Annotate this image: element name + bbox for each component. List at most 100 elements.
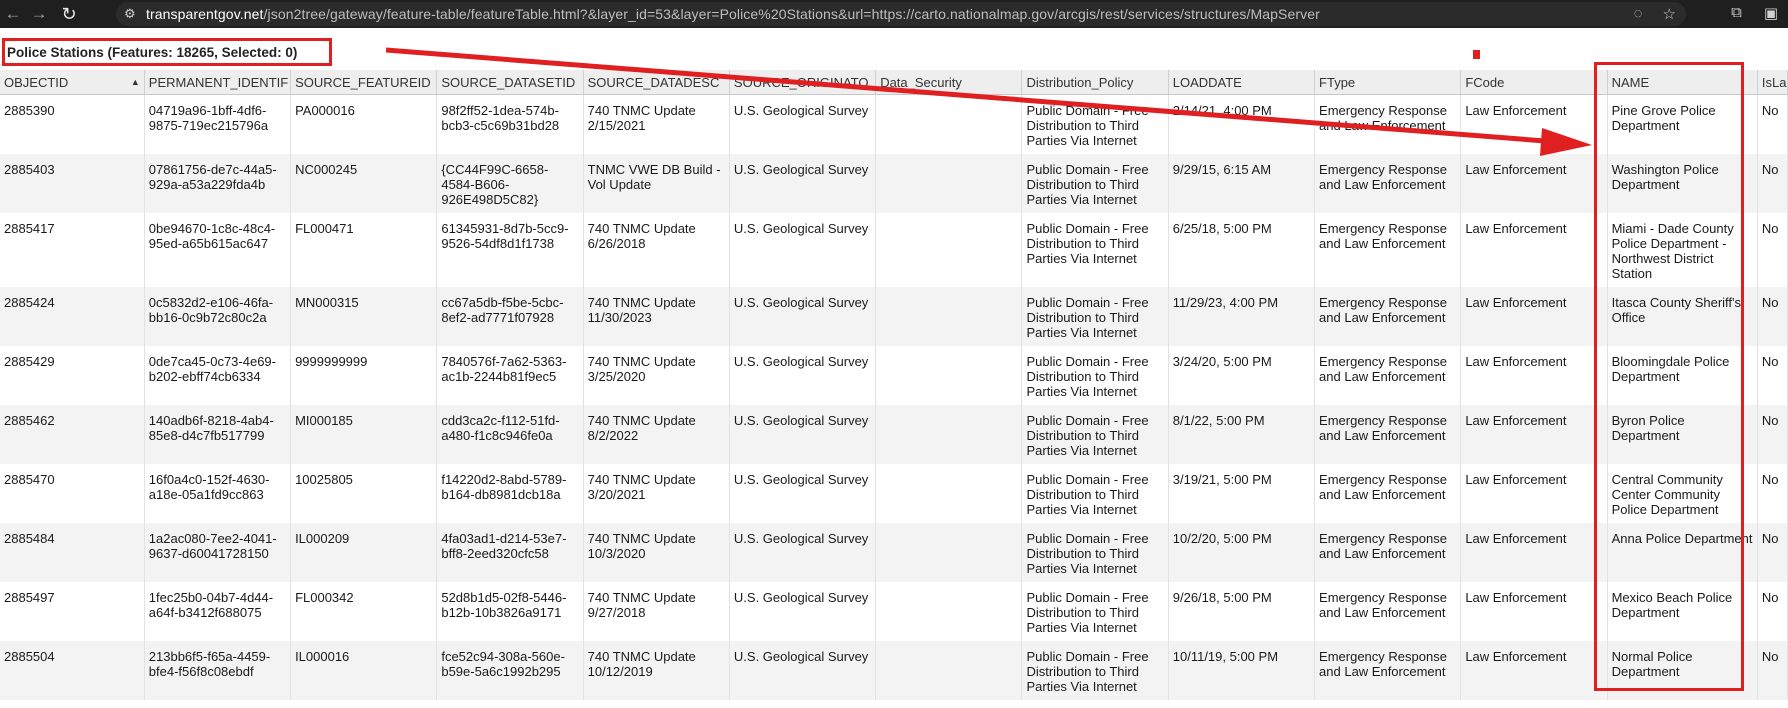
site-info-icon[interactable]: ⚙ <box>124 6 146 22</box>
cell-objectid: 2885424 <box>0 286 145 346</box>
cell-source-datasetid: cc67a5db-f5be-5cbc-8ef2-ad7771f07928 <box>436 286 584 346</box>
cell-source-datasetid: cdd3ca2c-f112-51fd-a480-f1c8c946fe0a <box>436 404 584 464</box>
address-bar[interactable]: ⚙ transparentgov.net/json2tree/gateway/f… <box>116 2 1686 26</box>
cell-distribution-policy: Public Domain - Free Distribution to Thi… <box>1021 153 1169 213</box>
table-row[interactable]: 2885470 16f0a4c0-152f-4630-a18e-05a1fd9cc… <box>0 463 1788 523</box>
cell-ftype: Emergency Response and Law Enforcement <box>1314 345 1462 405</box>
cell-objectid: 2885417 <box>0 212 145 287</box>
cell-source-featureid: MI000185 <box>290 404 438 464</box>
cell-fcode: Law Enforcement <box>1460 581 1608 641</box>
cell-source-datasetid: 98f2ff52-1dea-574b-bcb3-c5c69b31bd28 <box>436 94 584 154</box>
cell-name: Mexico Beach Police Department <box>1607 581 1758 641</box>
column-header-islarge[interactable]: IsLar <box>1757 70 1788 95</box>
table-row[interactable]: 2885462 140adb6f-8218-4ab4-85e8-d4c7fb517… <box>0 404 1788 464</box>
eye-off-icon[interactable]: ◌ <box>1634 5 1643 23</box>
cell-distribution-policy: Public Domain - Free Distribution to Thi… <box>1021 94 1169 154</box>
table-row[interactable]: 2885429 0de7ca45-0c73-4e69-b202-ebff74cb6… <box>0 345 1788 405</box>
cell-fcode: Law Enforcement <box>1460 94 1608 154</box>
extensions-icon[interactable]: ⧉ <box>1731 4 1742 22</box>
column-header-fcode[interactable]: FCode <box>1460 70 1608 95</box>
column-header-objectid[interactable]: OBJECTID ▲ <box>0 70 145 95</box>
cell-ftype: Emergency Response and Law Enforcement <box>1314 212 1462 287</box>
cell-permanent-identifier: 0be94670-1c8c-48c4-95ed-a65b615ac647 <box>144 212 292 287</box>
cell-islarge: No <box>1757 463 1788 523</box>
cell-loaddate: 2/14/21, 4:00 PM <box>1168 94 1316 154</box>
cell-source-datadesc: 740 TNMC Update 3/20/2021 <box>583 463 730 523</box>
sort-ascending-icon[interactable]: ▲ <box>131 77 140 87</box>
table-row[interactable]: 2885390 04719a96-1bff-4df6-9875-719ec2157… <box>0 94 1788 154</box>
table-row[interactable]: 2885504 213bb6f5-f65a-4459-bfe4-f56f8c08e… <box>0 640 1788 700</box>
column-header-data-security[interactable]: Data_Security <box>875 70 1023 95</box>
cell-source-originator: U.S. Geological Survey <box>729 581 877 641</box>
cell-fcode: Law Enforcement <box>1460 153 1608 213</box>
table-row[interactable]: 2885497 1fec25b0-04b7-4d44-a64f-b3412f688… <box>0 581 1788 641</box>
browser-toolbar: ← → ↻ ⚙ transparentgov.net/json2tree/gat… <box>0 0 1788 28</box>
table-row[interactable]: 2885484 1a2ac080-7ee2-4041-9637-d60041728… <box>0 522 1788 582</box>
cell-source-datadesc: TNMC VWE DB Build - Vol Update <box>583 153 730 213</box>
cell-permanent-identifier: 1a2ac080-7ee2-4041-9637-d60041728150 <box>144 522 292 582</box>
cell-fcode: Law Enforcement <box>1460 463 1608 523</box>
cell-objectid: 2885504 <box>0 640 145 700</box>
cell-objectid: 2885462 <box>0 404 145 464</box>
cell-loaddate: 9/29/15, 6:15 AM <box>1168 153 1316 213</box>
column-header-permanent-identifier[interactable]: PERMANENT_IDENTIF <box>144 70 292 95</box>
cell-source-originator: U.S. Geological Survey <box>729 404 877 464</box>
url-text[interactable]: transparentgov.net/json2tree/gateway/fea… <box>146 6 1320 22</box>
cell-objectid: 2885497 <box>0 581 145 641</box>
cell-source-originator: U.S. Geological Survey <box>729 286 877 346</box>
cell-ftype: Emergency Response and Law Enforcement <box>1314 286 1462 346</box>
cell-data-security <box>875 94 1023 154</box>
column-header-distribution-policy[interactable]: Distribution_Policy <box>1021 70 1169 95</box>
table-row[interactable]: 2885424 0c5832d2-e106-46fa-bb16-0c9b72c80… <box>0 286 1788 346</box>
table-row[interactable]: 2885403 07861756-de7c-44a5-929a-a53a229fd… <box>0 153 1788 213</box>
cell-loaddate: 10/11/19, 5:00 PM <box>1168 640 1316 700</box>
cell-source-originator: U.S. Geological Survey <box>729 153 877 213</box>
column-header-source-originator[interactable]: SOURCE_ORIGINATO <box>729 70 877 95</box>
url-path: /json2tree/gateway/feature-table/feature… <box>263 6 1320 22</box>
cell-ftype: Emergency Response and Law Enforcement <box>1314 463 1462 523</box>
cell-source-datasetid: 52d8b1d5-02f8-5446-b12b-10b3826a9171 <box>436 581 584 641</box>
forward-arrow-icon[interactable]: → <box>26 1 52 27</box>
column-header-loaddate[interactable]: LOADDATE <box>1168 70 1316 95</box>
cell-name: Anna Police Department <box>1607 522 1758 582</box>
cell-source-datadesc: 740 TNMC Update 2/15/2021 <box>583 94 730 154</box>
cell-loaddate: 3/24/20, 5:00 PM <box>1168 345 1316 405</box>
cell-source-datasetid: {CC44F99C-6658-4584-B606-926E498D5C82} <box>436 153 584 213</box>
cell-objectid: 2885390 <box>0 94 145 154</box>
cell-source-originator: U.S. Geological Survey <box>729 640 877 700</box>
cell-data-security <box>875 345 1023 405</box>
cell-source-featureid: IL000209 <box>290 522 438 582</box>
cell-permanent-identifier: 16f0a4c0-152f-4630-a18e-05a1fd9cc863 <box>144 463 292 523</box>
column-header-name[interactable]: NAME <box>1607 70 1758 95</box>
reload-icon[interactable]: ↻ <box>56 1 82 27</box>
cell-name: Normal Police Department <box>1607 640 1758 700</box>
column-header-source-featureid[interactable]: SOURCE_FEATUREID <box>290 70 438 95</box>
column-header-source-datasetid[interactable]: SOURCE_DATASETID <box>436 70 584 95</box>
cell-source-datadesc: 740 TNMC Update 6/26/2018 <box>583 212 730 287</box>
cell-name: Washington Police Department <box>1607 153 1758 213</box>
cell-source-originator: U.S. Geological Survey <box>729 345 877 405</box>
cell-permanent-identifier: 04719a96-1bff-4df6-9875-719ec215796a <box>144 94 292 154</box>
cell-distribution-policy: Public Domain - Free Distribution to Thi… <box>1021 581 1169 641</box>
column-header-source-datadesc[interactable]: SOURCE_DATADESC <box>583 70 730 95</box>
url-host: transparentgov.net <box>146 6 264 22</box>
table-row[interactable]: 2885417 0be94670-1c8c-48c4-95ed-a65b615ac… <box>0 212 1788 287</box>
cell-name: Bloomingdale Police Department <box>1607 345 1758 405</box>
star-icon[interactable]: ☆ <box>1663 5 1676 23</box>
cell-source-originator: U.S. Geological Survey <box>729 522 877 582</box>
cell-objectid: 2885484 <box>0 522 145 582</box>
cell-data-security <box>875 640 1023 700</box>
cell-source-featureid: FL000471 <box>290 212 438 287</box>
cell-source-datasetid: 61345931-8d7b-5cc9-9526-54df8d1f1738 <box>436 212 584 287</box>
table-header-row: OBJECTID ▲ PERMANENT_IDENTIF SOURCE_FEATU… <box>0 70 1788 95</box>
back-arrow-icon[interactable]: ← <box>0 1 26 27</box>
cell-distribution-policy: Public Domain - Free Distribution to Thi… <box>1021 640 1169 700</box>
cell-islarge: No <box>1757 286 1788 346</box>
cell-loaddate: 6/25/18, 5:00 PM <box>1168 212 1316 287</box>
sidebar-icon[interactable]: ▣ <box>1764 4 1778 22</box>
cell-islarge: No <box>1757 94 1788 154</box>
cell-loaddate: 11/29/23, 4:00 PM <box>1168 286 1316 346</box>
cell-fcode: Law Enforcement <box>1460 212 1608 287</box>
column-header-ftype[interactable]: FType <box>1314 70 1462 95</box>
cell-source-featureid: MN000315 <box>290 286 438 346</box>
